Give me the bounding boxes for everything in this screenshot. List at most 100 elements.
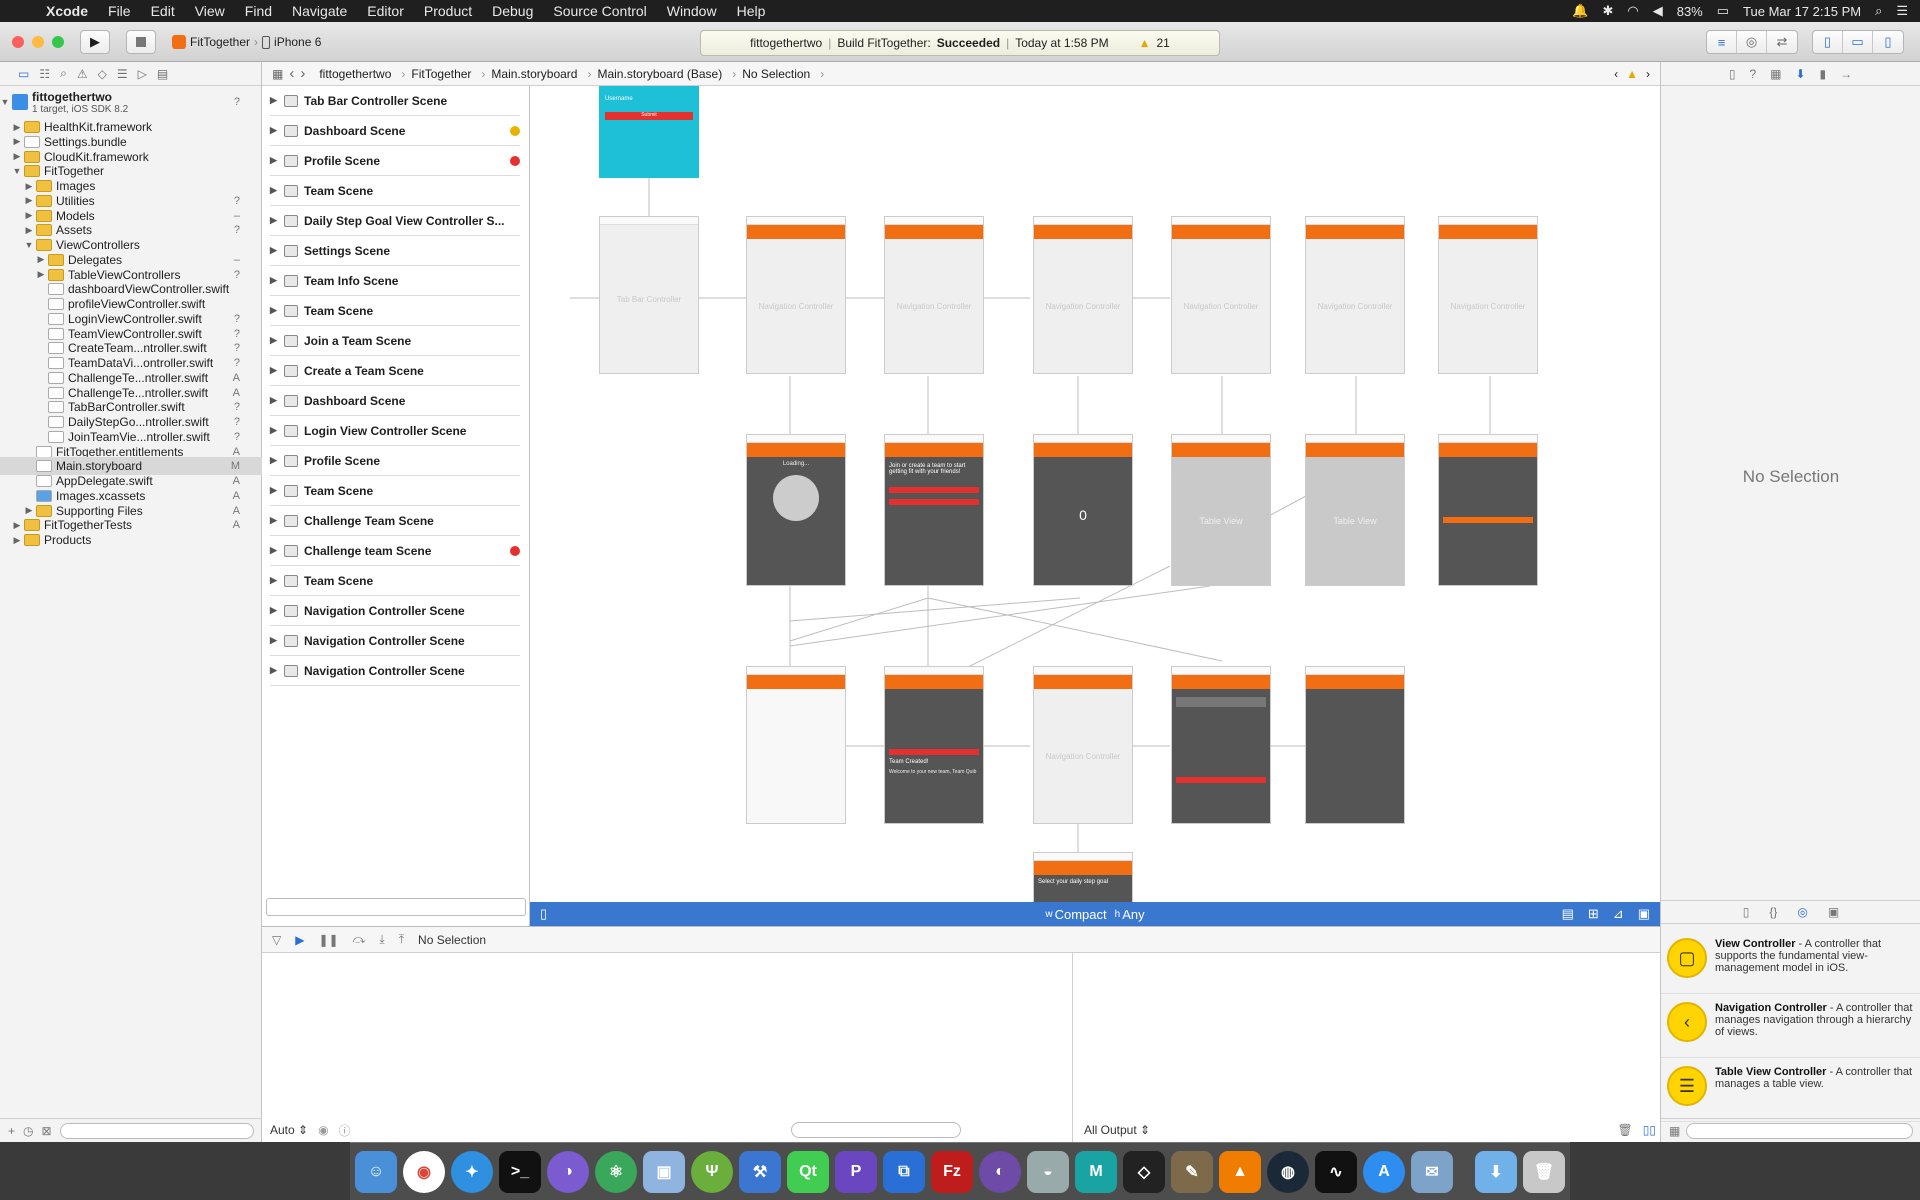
disclosure-down-icon[interactable]: ▼ xyxy=(24,240,34,250)
back-icon[interactable]: ‹ xyxy=(289,65,294,82)
sourcetree-icon[interactable]: Ψ xyxy=(691,1150,733,1193)
disclosure-right-icon[interactable]: ▶ xyxy=(270,485,284,496)
outline-scene-row[interactable]: ▶ Login View Controller Scene xyxy=(270,416,520,446)
test-icon[interactable]: ◇ xyxy=(98,67,107,81)
challenge-team-scene[interactable]: Table View xyxy=(1305,434,1405,586)
gimp-icon[interactable]: ✎ xyxy=(1171,1150,1213,1193)
disclosure-right-icon[interactable]: ▶ xyxy=(36,254,46,265)
grid-view-icon[interactable]: ▦ xyxy=(1669,1124,1680,1138)
outline-scene-row[interactable]: ▶ Dashboard Scene xyxy=(270,386,520,416)
menu-source-control[interactable]: Source Control xyxy=(543,3,656,19)
team-scene[interactable]: Join or create a team to start getting f… xyxy=(884,434,984,586)
view-toggle-control[interactable]: ▯ ▭ ▯ xyxy=(1812,30,1904,54)
outline-scene-row[interactable]: ▶ Profile Scene xyxy=(270,146,520,176)
resolve-icon[interactable]: ⊿ xyxy=(1613,906,1624,922)
steam-icon[interactable]: ◍ xyxy=(1267,1150,1309,1193)
disclosure-right-icon[interactable]: ▶ xyxy=(270,275,284,286)
version-editor-icon[interactable]: ⇄ xyxy=(1767,31,1797,53)
breadcrumb-localization[interactable]: Main.storyboard (Base) xyxy=(597,67,736,81)
breadcrumb-file[interactable]: Main.storyboard xyxy=(491,67,591,81)
challenge-team-detail-scene[interactable] xyxy=(1438,434,1538,586)
report-icon[interactable]: ▤ xyxy=(157,67,168,81)
login-scene[interactable]: Username Submit xyxy=(599,86,699,178)
debug-split-divider[interactable] xyxy=(1072,953,1073,1142)
notification-center-icon[interactable]: ☰ xyxy=(1896,3,1908,19)
next-issue-icon[interactable]: › xyxy=(1646,67,1650,81)
outline-scene-row[interactable]: ▶ Team Scene xyxy=(270,476,520,506)
wifi-icon[interactable]: ◠ xyxy=(1627,3,1638,19)
navigation-controller-scene[interactable]: Navigation Controller xyxy=(884,216,984,374)
group-row[interactable]: ▶ Products xyxy=(0,531,262,549)
disclosure-right-icon[interactable]: ▶ xyxy=(12,520,22,531)
tab-bar-controller-scene[interactable]: Tab Bar Controller xyxy=(599,216,699,374)
object-library-icon[interactable]: ◎ xyxy=(1797,905,1807,919)
info-icon[interactable]: ⓘ xyxy=(339,1122,351,1139)
outline-scene-row[interactable]: ▶ Team Info Scene xyxy=(270,266,520,296)
menu-debug[interactable]: Debug xyxy=(482,3,543,19)
disclosure-right-icon[interactable]: ▶ xyxy=(270,95,284,106)
error-icon[interactable] xyxy=(510,155,520,166)
sequel-icon[interactable]: ◒ xyxy=(1027,1150,1069,1193)
breadcrumb-selection[interactable]: No Selection xyxy=(742,67,824,81)
maya-icon[interactable]: M xyxy=(1075,1150,1117,1193)
add-icon[interactable]: + xyxy=(8,1124,15,1138)
create-team-scene[interactable]: Team Created! Welcome to your new team, … xyxy=(884,666,984,824)
notification-icon[interactable]: 🔔 xyxy=(1572,3,1588,19)
menu-find[interactable]: Find xyxy=(235,3,282,19)
navigation-controller-scene[interactable]: Navigation Controller xyxy=(1438,216,1538,374)
daily-step-goal-scene[interactable]: Select your daily step goal xyxy=(1033,852,1133,902)
disclosure-right-icon[interactable]: ▶ xyxy=(270,185,284,196)
menu-file[interactable]: File xyxy=(98,3,141,19)
warning-icon[interactable] xyxy=(510,125,520,136)
dashboard-scene[interactable]: 0 xyxy=(1033,434,1133,586)
outline-scene-row[interactable]: ▶ Navigation Controller Scene xyxy=(270,596,520,626)
outline-scene-row[interactable]: ▶ Challenge Team Scene xyxy=(270,506,520,536)
menu-window[interactable]: Window xyxy=(657,3,727,19)
disclosure-right-icon[interactable]: ▶ xyxy=(270,575,284,586)
navigation-controller-scene[interactable]: Navigation Controller xyxy=(1305,216,1405,374)
team-info-scene[interactable] xyxy=(1305,666,1405,824)
disclosure-right-icon[interactable]: ▶ xyxy=(24,225,34,236)
warning-icon[interactable]: ▲ xyxy=(1139,36,1151,50)
disclosure-right-icon[interactable]: ▶ xyxy=(270,125,284,136)
disclosure-right-icon[interactable]: ▶ xyxy=(270,335,284,346)
disclosure-right-icon[interactable]: ▶ xyxy=(270,605,284,616)
scm-filter-icon[interactable]: ⊠ xyxy=(42,1124,52,1138)
trash-icon[interactable]: 🗑 xyxy=(1618,1123,1633,1137)
battery-icon[interactable]: ▭ xyxy=(1717,3,1729,19)
preview-icon[interactable]: ✉ xyxy=(1411,1150,1453,1193)
disclosure-right-icon[interactable]: ▶ xyxy=(270,545,284,556)
step-over-icon[interactable]: ⤼ xyxy=(353,932,366,947)
menu-editor[interactable]: Editor xyxy=(357,3,414,19)
disclosure-right-icon[interactable]: ▶ xyxy=(270,455,284,466)
step-out-icon[interactable]: ⤒ xyxy=(399,932,404,947)
navigator-toggle-icon[interactable]: ▯ xyxy=(1813,31,1843,53)
activity-monitor-icon[interactable]: ∿ xyxy=(1315,1150,1357,1193)
menu-view[interactable]: View xyxy=(185,3,235,19)
qt-icon[interactable]: Qt xyxy=(787,1150,829,1193)
finder-icon[interactable]: ☺ xyxy=(355,1150,397,1193)
disclosure-right-icon[interactable]: ▶ xyxy=(24,181,34,192)
standard-editor-icon[interactable]: ≡ xyxy=(1707,31,1737,53)
utilities-toggle-icon[interactable]: ▯ xyxy=(1873,31,1903,53)
disclosure-right-icon[interactable]: ▶ xyxy=(270,635,284,646)
output-selector[interactable]: All Output ⇕ xyxy=(1084,1123,1150,1137)
scheme-project[interactable]: FitTogether xyxy=(190,35,250,49)
disclosure-right-icon[interactable]: ▶ xyxy=(12,122,22,133)
editor-mode-control[interactable]: ≡ ◎ ⇄ xyxy=(1706,30,1798,54)
outline-scene-row[interactable]: ▶ Navigation Controller Scene xyxy=(270,626,520,656)
disclosure-right-icon[interactable]: ▶ xyxy=(270,425,284,436)
resize-icon[interactable]: ▣ xyxy=(1638,906,1650,922)
disclosure-down-icon[interactable]: ▼ xyxy=(0,97,10,107)
height-size-class[interactable]: Any xyxy=(1122,907,1144,922)
filezilla-icon[interactable]: Fz xyxy=(931,1150,973,1193)
size-inspector-icon[interactable]: ▮ xyxy=(1820,67,1827,81)
atom-icon[interactable]: ⚛ xyxy=(595,1150,637,1193)
disclosure-right-icon[interactable]: ▶ xyxy=(270,305,284,316)
unity-icon[interactable]: ◇ xyxy=(1123,1150,1165,1193)
outline-toggle-icon[interactable]: ▯ xyxy=(540,906,547,922)
error-icon[interactable] xyxy=(510,545,520,556)
outline-scene-row[interactable]: ▶ Navigation Controller Scene xyxy=(270,656,520,686)
disclosure-right-icon[interactable]: ▶ xyxy=(270,155,284,166)
remote-desktop-icon[interactable]: ⧉ xyxy=(883,1150,925,1193)
